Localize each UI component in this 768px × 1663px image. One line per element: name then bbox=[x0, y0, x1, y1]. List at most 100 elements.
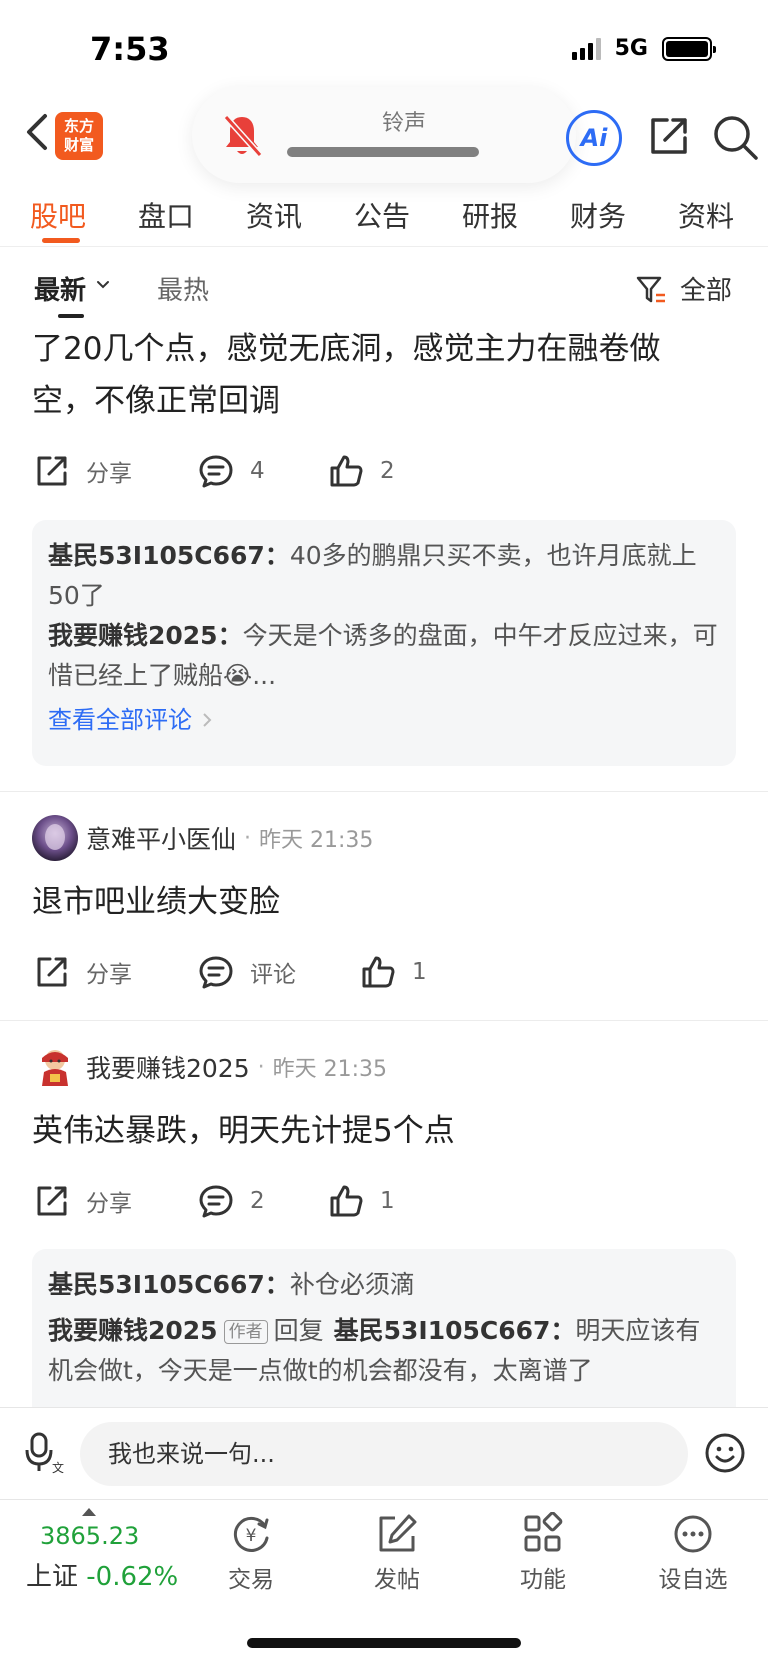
tab-research[interactable]: 研报 bbox=[462, 195, 518, 235]
comment-icon bbox=[199, 455, 233, 488]
author-tag: 作者 bbox=[223, 1320, 268, 1344]
comment-user[interactable]: 我要赚钱2025 bbox=[48, 1316, 218, 1345]
tab-news[interactable]: 资讯 bbox=[246, 195, 302, 235]
index-value[interactable]: 3865.23 bbox=[40, 1522, 139, 1550]
active-tab-indicator bbox=[42, 238, 80, 243]
post-header: 我要赚钱2025 · 昨天 21:35 bbox=[32, 1044, 387, 1090]
back-button[interactable] bbox=[16, 108, 56, 156]
comments-preview[interactable]: 基民53I105C667：40多的鹏鼎只买不卖，也许月底就上50了 我要赚钱20… bbox=[32, 520, 736, 766]
voice-input-icon[interactable]: 文 bbox=[24, 1430, 64, 1474]
comment-item: 我要赚钱2025：今天是个诱多的盘面，中午才反应过来，可惜已经上了贼船😭... bbox=[48, 616, 720, 696]
filter-label[interactable]: 全部 bbox=[680, 270, 732, 307]
home-indicator[interactable] bbox=[247, 1638, 521, 1648]
more-icon bbox=[674, 1515, 712, 1553]
comment-text: 补仓必须滴 bbox=[289, 1270, 415, 1299]
comment-count: 4 bbox=[250, 458, 265, 484]
like-count: 2 bbox=[380, 458, 395, 484]
thumbs-up-icon bbox=[362, 956, 395, 988]
svg-text:¥: ¥ bbox=[246, 1526, 257, 1546]
tab-announcements[interactable]: 公告 bbox=[354, 195, 410, 235]
post-time: 昨天 21:35 bbox=[272, 1057, 388, 1082]
index-change: -0.62% bbox=[86, 1562, 179, 1592]
post-text-line: 空，不像正常回调 bbox=[32, 383, 280, 419]
share-action[interactable]: 分享 bbox=[34, 453, 132, 489]
index-quote[interactable]: 上证 -0.62% bbox=[26, 1556, 178, 1593]
comment-item: 基民53I105C667：40多的鹏鼎只买不卖，也许月底就上50了 bbox=[48, 536, 720, 616]
ai-button[interactable]: Ai bbox=[566, 110, 622, 166]
caret-up-icon bbox=[82, 1508, 96, 1516]
signal-icon bbox=[571, 37, 601, 60]
battery-icon bbox=[662, 36, 716, 61]
sort-hot[interactable]: 最热 bbox=[157, 270, 209, 307]
status-time: 7:53 bbox=[90, 30, 170, 68]
comment-input-bar: 文 我也来说一句... bbox=[0, 1407, 768, 1499]
sort-row: 最新 最热 全部 bbox=[0, 248, 768, 318]
reply-to-user[interactable]: 基民53I105C667： bbox=[334, 1316, 576, 1345]
features-label: 功能 bbox=[520, 1567, 566, 1593]
share-icon[interactable] bbox=[645, 112, 693, 160]
tab-pankou[interactable]: 盘口 bbox=[138, 195, 194, 235]
reply-word: 回复 bbox=[273, 1316, 324, 1345]
trade-icon: ¥ bbox=[233, 1516, 269, 1552]
ringer-banner: 铃声 bbox=[192, 87, 576, 183]
app-logo: 东方 财富 bbox=[55, 112, 103, 160]
tab-finance[interactable]: 财务 bbox=[570, 195, 626, 235]
post-body[interactable]: 了20几个点，感觉无底洞，感觉主力在融卷做 空，不像正常回调 bbox=[32, 323, 732, 427]
post-text-line: 了20几个点，感觉无底洞，感觉主力在融卷做 bbox=[32, 331, 661, 367]
network-label: 5G bbox=[614, 36, 648, 61]
thumbs-up-icon bbox=[330, 1185, 363, 1217]
post-divider bbox=[0, 791, 768, 792]
watchlist-button[interactable]: 设自选 bbox=[648, 1512, 738, 1594]
comment-action[interactable]: 评论 bbox=[198, 954, 296, 990]
comment-user[interactable]: 我要赚钱2025： bbox=[48, 621, 243, 650]
like-count: 1 bbox=[412, 959, 427, 985]
trade-label: 交易 bbox=[228, 1567, 274, 1593]
comment-user[interactable]: 基民53I105C667： bbox=[48, 1270, 290, 1299]
features-button[interactable]: 功能 bbox=[498, 1512, 588, 1594]
status-icons: 5G bbox=[571, 36, 716, 61]
like-action[interactable]: 1 bbox=[360, 954, 427, 990]
share-action[interactable]: 分享 bbox=[34, 1183, 132, 1219]
svg-text:文: 文 bbox=[52, 1460, 64, 1474]
comment-input[interactable]: 我也来说一句... bbox=[80, 1422, 688, 1486]
trade-button[interactable]: ¥ 交易 bbox=[206, 1512, 296, 1594]
search-icon[interactable] bbox=[710, 112, 760, 162]
chevron-left-icon bbox=[27, 114, 47, 150]
author-name[interactable]: 我要赚钱2025 bbox=[86, 1049, 250, 1085]
comment-item: 我要赚钱2025 作者 回复 基民53I105C667：明天应该有机会做t，今天是一点… bbox=[48, 1311, 720, 1391]
comments-preview[interactable]: 基民53I105C667：补仓必须滴 我要赚钱2025 作者 回复 基民53I105C… bbox=[32, 1249, 736, 1407]
comment-action[interactable]: 4 bbox=[198, 453, 265, 489]
avatar[interactable] bbox=[32, 1044, 78, 1090]
comment-label: 评论 bbox=[250, 962, 296, 988]
sort-latest[interactable]: 最新 bbox=[34, 270, 86, 307]
tab-guba[interactable]: 股吧 bbox=[30, 195, 86, 235]
share-icon bbox=[37, 456, 67, 486]
comment-count: 2 bbox=[250, 1188, 265, 1214]
index-name: 上证 bbox=[26, 1562, 79, 1592]
share-action[interactable]: 分享 bbox=[34, 954, 132, 990]
like-action[interactable]: 1 bbox=[328, 1183, 395, 1219]
view-all-comments-link[interactable]: 查看全部评论 bbox=[48, 700, 212, 740]
share-icon bbox=[37, 1186, 67, 1216]
avatar[interactable] bbox=[32, 815, 78, 861]
ringer-label: 铃声 bbox=[381, 111, 426, 136]
comment-user[interactable]: 基民53I105C667： bbox=[48, 541, 290, 570]
emoji-icon[interactable] bbox=[704, 1432, 746, 1474]
tab-profile[interactable]: 资料 bbox=[678, 195, 734, 235]
author-name[interactable]: 意难平小医仙 bbox=[86, 820, 236, 856]
filter-icon[interactable] bbox=[635, 274, 667, 306]
comment-action[interactable]: 2 bbox=[198, 1183, 265, 1219]
post-button[interactable]: 发帖 bbox=[352, 1512, 442, 1594]
share-label: 分享 bbox=[86, 461, 132, 487]
post-body[interactable]: 退市吧业绩大变脸 bbox=[32, 876, 732, 928]
sort-indicator bbox=[58, 314, 84, 318]
post-text-line: 英伟达暴跌，明天先计提5个点 bbox=[32, 1113, 455, 1149]
tab-bar: 股吧 盘口 资讯 公告 研报 财务 资料 bbox=[0, 185, 768, 247]
post-label: 发帖 bbox=[374, 1567, 420, 1593]
post-body[interactable]: 英伟达暴跌，明天先计提5个点 bbox=[32, 1105, 732, 1157]
post-divider bbox=[0, 1020, 768, 1021]
comment-item: 基民53I105C667：补仓必须滴 bbox=[48, 1265, 720, 1305]
like-action[interactable]: 2 bbox=[328, 453, 395, 489]
separator: · bbox=[244, 825, 252, 851]
post-header: 意难平小医仙 · 昨天 21:35 bbox=[32, 815, 373, 861]
